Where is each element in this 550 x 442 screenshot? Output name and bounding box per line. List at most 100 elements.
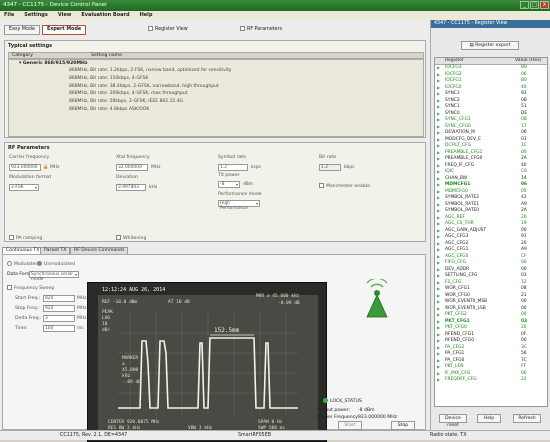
lock-icon: 🔒 <box>43 165 49 170</box>
stop-freq-input[interactable]: 920 <box>43 305 75 312</box>
ref-level: REF -10.0 dBm <box>102 299 138 305</box>
minimize-button[interactable]: _ <box>520 1 529 9</box>
carrier-frequency-input[interactable]: 923.000000 <box>9 164 41 171</box>
register-view-toggle[interactable]: Register View <box>148 26 188 32</box>
register-name: FREQOFF_CFG <box>445 377 477 382</box>
start-freq-unit: MHz <box>77 296 87 301</box>
lock-status-label: LOCK_STATUS <box>330 399 362 404</box>
time-label: Time: <box>15 326 28 331</box>
expert-mode-button[interactable]: Expert Mode <box>42 25 87 35</box>
setting-row[interactable]: 868MHz, Bit rate: 4.8kbps ASK/OOK <box>9 106 423 114</box>
whitening-checkbox[interactable]: Whitening <box>116 235 146 241</box>
stop-freq-unit: MHz <box>77 306 87 311</box>
maximize-button[interactable]: □ <box>530 1 539 9</box>
start-freq-label: Start Freq.: <box>15 296 41 301</box>
frequency-sweep-label: Frequency Sweep <box>14 286 55 291</box>
register-export-button[interactable]: ▤ Register export <box>461 41 519 50</box>
menu-help[interactable]: Help <box>140 12 153 18</box>
whitening-box[interactable] <box>116 235 121 240</box>
delta-freq-label: Delta Freq.: <box>15 316 42 321</box>
register-row[interactable]: ▶ FREQOFF_CFG 22 <box>435 377 547 384</box>
marker-delta: a <box>122 362 125 367</box>
help-button[interactable]: Help <box>477 414 501 423</box>
manchester-checkbox[interactable]: Manchester enable <box>319 183 370 189</box>
typical-settings-table: ▾ Generic 868/915/920MHz 868MHz, Bit rat… <box>8 59 424 137</box>
manchester-label: Manchester enable <box>326 184 370 189</box>
setting-row[interactable]: 868MHz, Bit rate: 38.4kbps, 2-GFSK, narr… <box>9 83 423 91</box>
start-freq-input[interactable]: 820 <box>43 295 75 302</box>
settings-group[interactable]: ▾ Generic 868/915/920MHz <box>9 60 423 67</box>
marker-value: 45.000 <box>122 367 139 373</box>
performance-mode-label: Performance mode <box>218 192 262 197</box>
register-column-header[interactable]: Register <box>445 58 464 64</box>
typical-settings-panel: Typical settings Category Setting name ▾… <box>4 40 426 138</box>
output-power-value: -8 dBm <box>358 408 375 413</box>
tx-power-select[interactable]: -8 <box>218 181 240 188</box>
tx-power-unit: dBm <box>243 182 254 187</box>
expand-arrow-icon[interactable]: ▶ <box>437 377 440 384</box>
spectrum-screen: 152.5mm 12:12:24 AUG 26, 2014 REF -10.0 … <box>88 283 326 441</box>
data-format-select[interactable]: Synchronous serial mode <box>29 271 79 282</box>
xtal-frequency-input[interactable]: 32.000000 <box>116 164 148 171</box>
symbol-rate-input[interactable]: 1.2 <box>218 164 248 171</box>
modulation-format-label: Modulation format <box>9 175 52 180</box>
stop-button[interactable]: Stop <box>391 421 415 430</box>
marker-db: -0.09 dB <box>278 300 300 306</box>
carrier-frequency-label: Carrier frequency <box>9 155 50 160</box>
setting-row[interactable]: 868MHz, Bit rate: 150kbps, 4-GFSK <box>9 75 423 83</box>
menu-file[interactable]: File <box>4 12 14 18</box>
frequency-sweep-box[interactable] <box>7 285 12 290</box>
register-rows: ▶ IOCFG3 B0 ▶ IOCFG2 06 ▶ IOCFG1 B0 ▶ IOCFG0 40 ▶ SYN… <box>435 65 547 384</box>
deviation-input[interactable]: 3.997803 <box>116 184 146 191</box>
rf-parameters-toggle[interactable]: RF Parameters <box>240 26 282 32</box>
modulation-format-select[interactable]: 2-FSK <box>9 184 39 191</box>
xtal-frequency-label: Xtal frequency <box>116 155 150 160</box>
spectrum-analyzer-photo: 152.5mm 12:12:24 AUG 26, 2014 REF -10.0 … <box>87 282 327 442</box>
lock-status: LOCK_STATUS <box>323 398 362 404</box>
whitening-label: Whitening <box>123 236 147 241</box>
register-view-checkbox[interactable] <box>148 26 153 31</box>
board-info: SmartRF05EB <box>238 433 272 438</box>
pa-ramping-box[interactable] <box>9 235 14 240</box>
frequency-sweep-checkbox[interactable]: Frequency Sweep <box>7 285 54 291</box>
delta-freq-input[interactable]: 3 <box>43 315 75 322</box>
menu-settings[interactable]: Settings <box>24 12 48 18</box>
rf-parameters-label: RF Parameters <box>247 27 283 32</box>
menu-view[interactable]: View <box>58 12 72 18</box>
rf-parameters-checkbox[interactable] <box>240 26 245 31</box>
pa-ramping-checkbox[interactable]: PA ramping <box>9 235 42 241</box>
marker-title: MARKER <box>122 355 139 361</box>
attenuation: AT 10 dB <box>168 299 190 305</box>
register-value[interactable]: 22 <box>521 377 527 384</box>
modulated-label: Modulated <box>14 262 39 267</box>
close-button[interactable]: X <box>540 1 549 9</box>
performance-mode-select[interactable]: High Performance <box>218 200 260 211</box>
radio-state: Radio state: TX <box>430 433 467 438</box>
register-view-title: 4347 - CC1175 - Register View <box>431 20 550 28</box>
symbol-rate-unit: ksps <box>251 165 261 170</box>
deviation-label: Deviation <box>116 175 138 180</box>
setting-row[interactable]: 868MHz, Bit rate: 1.2kbps, 2-FSK, narrow… <box>9 67 423 75</box>
status-bar: CC1175, Rev. 2.1, DE=4347 SmartRF05EB Ra… <box>0 430 550 440</box>
modulated-radio-dot[interactable] <box>7 261 12 266</box>
value-column-header[interactable]: Value (Hex) <box>515 58 542 64</box>
time-input[interactable]: 100 <box>43 325 75 332</box>
modulated-radio[interactable]: Modulated <box>7 261 38 267</box>
marker-db-value: -.09 dB <box>122 379 141 385</box>
refresh-button[interactable]: Refresh <box>513 414 541 423</box>
setting-row[interactable]: 868MHz, Bit rate: 200kbps, 4-GFSK, max t… <box>9 90 423 98</box>
unmodulated-radio[interactable]: Unmodulated <box>37 261 75 267</box>
register-view-label: Register View <box>155 27 188 32</box>
unmodulated-label: Unmodulated <box>44 262 76 267</box>
start-button[interactable]: Start <box>338 421 362 430</box>
menu-evaluation-board[interactable]: Evaluation Board <box>81 12 129 18</box>
unmodulated-radio-dot[interactable] <box>37 261 42 266</box>
timestamp: 12:12:24 AUG 26, 2014 <box>102 287 165 293</box>
easy-mode-button[interactable]: Easy Mode <box>4 25 40 35</box>
setting-row[interactable]: 868MHz, Bit rate: 50kbps, 2-GFSK, IEEE 8… <box>9 98 423 106</box>
antenna-icon <box>366 279 388 318</box>
typical-settings-header: Category Setting name <box>8 52 424 59</box>
manchester-box[interactable] <box>319 183 324 188</box>
log-label: LOG <box>102 315 110 321</box>
device-reset-button[interactable]: Device reset <box>439 414 467 428</box>
